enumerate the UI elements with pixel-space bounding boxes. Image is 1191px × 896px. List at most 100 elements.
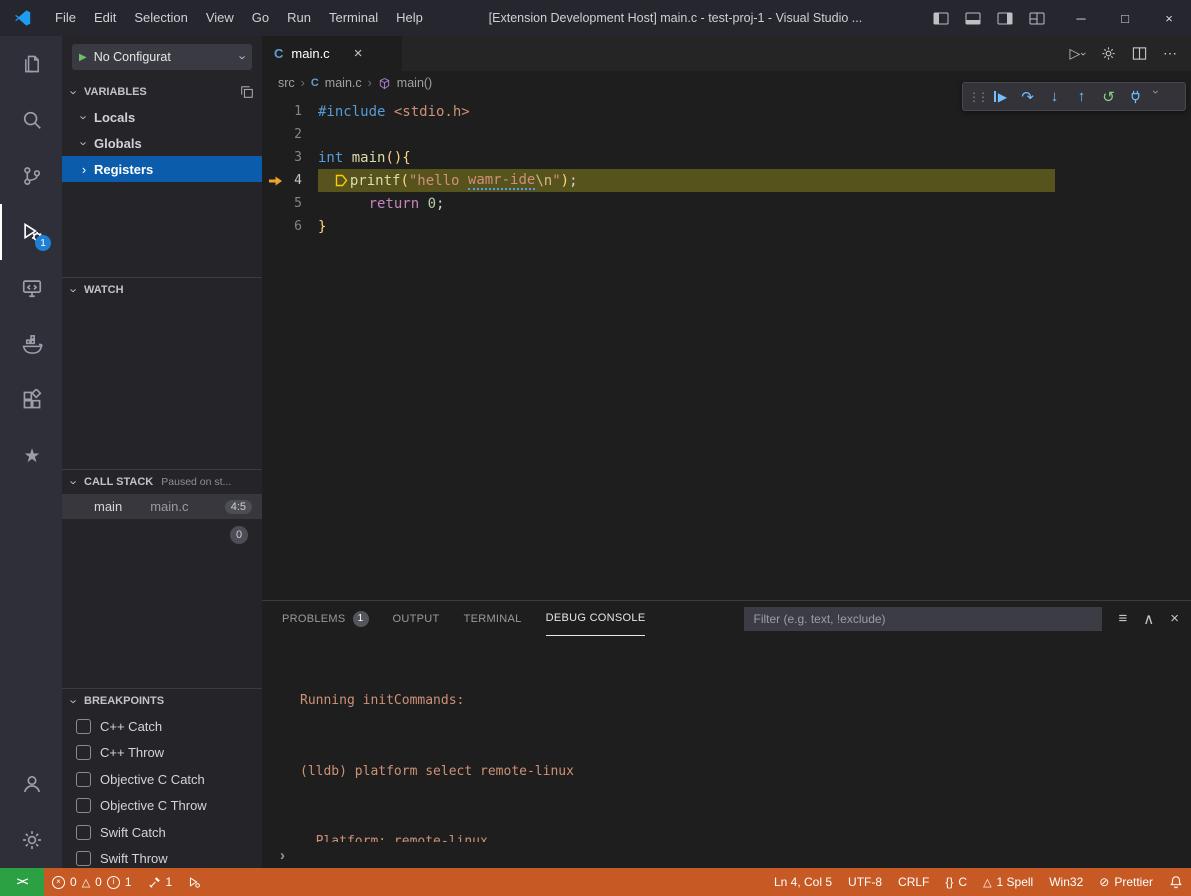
variables-scope-globals[interactable]: › Globals (62, 130, 262, 156)
breakpoint-checkbox[interactable] (76, 798, 91, 813)
variables-header[interactable]: › VARIABLES (62, 80, 262, 104)
current-statement-arrow-icon[interactable] (262, 175, 288, 187)
code-editor[interactable]: 1 #include <stdio.h> 2 3 int main(){ 4 p… (262, 95, 1191, 238)
close-button[interactable]: × (1147, 0, 1191, 36)
status-debug[interactable] (180, 868, 209, 896)
variables-scope-registers[interactable]: › Registers (62, 156, 262, 182)
breadcrumb-symbol[interactable]: main() (397, 76, 432, 90)
inline-breakpoint-icon[interactable] (335, 174, 348, 187)
watch-section: › WATCH (62, 277, 262, 469)
status-encoding[interactable]: UTF-8 (840, 868, 890, 896)
code-line-5[interactable]: 5 return 0; (262, 192, 1191, 215)
code-line-4-current[interactable]: 4 printf("hello wamr-ide\n"); (262, 169, 1191, 192)
source-control-icon (21, 165, 43, 187)
status-language[interactable]: {} C (937, 868, 975, 896)
settings-button[interactable] (0, 812, 62, 868)
breakpoint-checkbox[interactable] (76, 719, 91, 734)
remote-indicator[interactable]: >< (0, 868, 44, 896)
watch-header[interactable]: › WATCH (62, 278, 262, 302)
status-spell[interactable]: △ 1 Spell (975, 868, 1041, 896)
breakpoint-checkbox[interactable] (76, 825, 91, 840)
tab-debug-console[interactable]: DEBUG CONSOLE (546, 601, 646, 636)
menu-file[interactable]: File (46, 0, 85, 36)
maximize-panel-icon[interactable]: ∧ (1143, 610, 1154, 628)
console-input-prompt[interactable]: › (280, 847, 285, 864)
breakpoint-swift-catch[interactable]: Swift Catch (62, 819, 262, 846)
error-icon: × (52, 876, 65, 889)
editor-region: C main.c × ▷ › ⋯ src › C main.c › main() (262, 36, 1191, 868)
breakpoint-swift-throw[interactable]: Swift Throw (62, 846, 262, 869)
minimize-button[interactable]: ─ (1059, 0, 1103, 36)
code-line-2[interactable]: 2 (262, 123, 1191, 146)
status-formatter[interactable]: ⊘ Prettier (1091, 868, 1161, 896)
status-platform[interactable]: Win32 (1041, 868, 1091, 896)
split-editor-icon[interactable] (1132, 46, 1147, 61)
scope-label: Globals (94, 136, 142, 151)
breakpoint-checkbox[interactable] (76, 745, 91, 760)
menu-run[interactable]: Run (278, 0, 320, 36)
tab-main-c[interactable]: C main.c × (262, 36, 402, 71)
activity-favorites[interactable]: ★ (0, 428, 62, 484)
menu-go[interactable]: Go (243, 0, 278, 36)
menu-terminal[interactable]: Terminal (320, 0, 387, 36)
line-number: 3 (288, 150, 318, 165)
breadcrumb-file[interactable]: main.c (325, 76, 362, 90)
chevron-down-icon: › (67, 282, 82, 298)
menu-selection[interactable]: Selection (125, 0, 196, 36)
breakpoint-objc-catch[interactable]: Objective C Catch (62, 766, 262, 793)
activity-explorer[interactable] (0, 36, 62, 92)
breakpoint-objc-throw[interactable]: Objective C Throw (62, 793, 262, 820)
breakpoint-checkbox[interactable] (76, 851, 91, 866)
code-line-3[interactable]: 3 int main(){ (262, 146, 1191, 169)
menu-help[interactable]: Help (387, 0, 432, 36)
breakpoint-cpp-catch[interactable]: C++ Catch (62, 713, 262, 740)
variables-scope-locals[interactable]: › Locals (62, 104, 262, 130)
activity-docker[interactable] (0, 316, 62, 372)
vscode-window: File Edit Selection View Go Run Terminal… (0, 0, 1191, 896)
breakpoint-cpp-throw[interactable]: C++ Throw (62, 740, 262, 767)
debug-console-output[interactable]: Running initCommands: (lldb) platform se… (262, 636, 1191, 842)
editor-settings-gear-icon[interactable] (1101, 46, 1116, 61)
breakpoint-checkbox[interactable] (76, 772, 91, 787)
activity-source-control[interactable] (0, 148, 62, 204)
toggle-secondary-sidebar-icon[interactable] (997, 12, 1013, 25)
customize-layout-icon[interactable] (1029, 12, 1045, 25)
info-icon: i (107, 876, 120, 889)
bell-icon (1169, 875, 1183, 889)
activity-run-and-debug[interactable]: 1 (0, 204, 62, 260)
code-line-6[interactable]: 6 } (262, 215, 1191, 238)
more-actions-icon[interactable]: ⋯ (1163, 45, 1177, 62)
activity-remote-explorer[interactable] (0, 260, 62, 316)
tab-terminal[interactable]: TERMINAL (464, 601, 522, 636)
code-line-1[interactable]: 1 #include <stdio.h> (262, 100, 1191, 123)
debug-config-dropdown[interactable]: ▶ No Configurat › (72, 44, 252, 70)
stack-frame-row[interactable]: main main.c 4:5 (62, 494, 262, 519)
status-problems[interactable]: × 0 △ 0 i 1 (44, 868, 140, 896)
run-file-button[interactable]: ▷ › (1070, 45, 1085, 62)
close-panel-icon[interactable]: × (1170, 610, 1179, 628)
toggle-panel-icon[interactable] (965, 12, 981, 25)
menu-edit[interactable]: Edit (85, 0, 125, 36)
notifications-bell[interactable] (1161, 868, 1191, 896)
toggle-primary-sidebar-icon[interactable] (933, 12, 949, 25)
status-cursor-position[interactable]: Ln 4, Col 5 (766, 868, 840, 896)
activity-extensions[interactable] (0, 372, 62, 428)
console-filter-input[interactable] (744, 607, 1102, 631)
call-stack-header[interactable]: › CALL STACK Paused on st... (62, 470, 262, 494)
menu-view[interactable]: View (197, 0, 243, 36)
remote-icon: >< (17, 876, 28, 888)
status-toolchain[interactable]: 1 (140, 868, 181, 896)
watch-title: WATCH (84, 284, 124, 296)
tab-problems[interactable]: PROBLEMS 1 (282, 601, 369, 636)
tab-output[interactable]: OUTPUT (393, 601, 440, 636)
accounts-button[interactable] (0, 756, 62, 812)
activity-search[interactable] (0, 92, 62, 148)
tab-close-icon[interactable]: × (354, 45, 363, 62)
collapse-all-icon[interactable] (240, 85, 254, 99)
breadcrumb-src[interactable]: src (278, 76, 295, 90)
maximize-button[interactable]: □ (1103, 0, 1147, 36)
start-debug-icon[interactable]: ▶ (79, 52, 87, 63)
filter-lines-icon[interactable]: ≡ (1118, 610, 1127, 628)
breakpoints-header[interactable]: › BREAKPOINTS (62, 689, 262, 713)
status-eol[interactable]: CRLF (890, 868, 937, 896)
